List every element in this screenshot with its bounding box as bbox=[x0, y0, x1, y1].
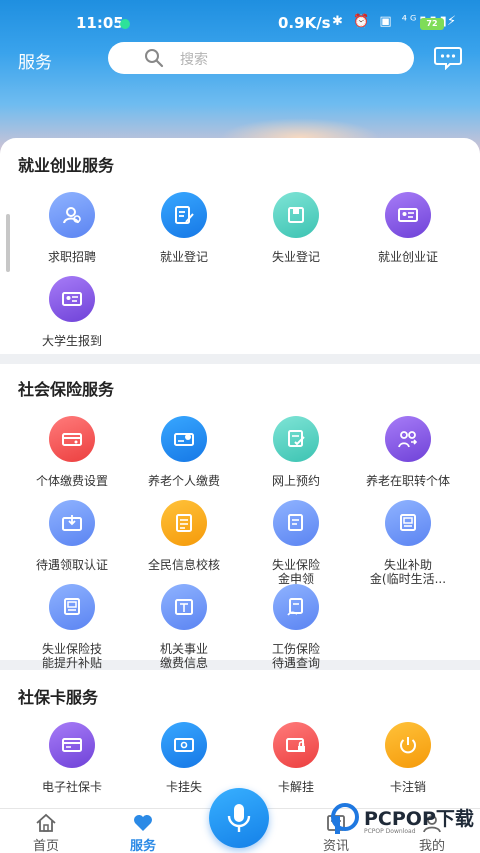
item-label: 机关事业 缴费信息 bbox=[159, 642, 208, 670]
hand-document-icon bbox=[273, 584, 319, 630]
power-icon bbox=[385, 722, 431, 768]
item-label: 卡注销 bbox=[389, 780, 426, 794]
item-label: 就业创业证 bbox=[377, 250, 438, 264]
heart-icon bbox=[134, 815, 152, 831]
item-label: 养老在职转个体 bbox=[365, 474, 450, 488]
appointment-icon bbox=[273, 416, 319, 462]
receive-card-icon bbox=[49, 500, 95, 546]
item-label: 养老个人缴费 bbox=[147, 474, 220, 488]
card-lock-icon bbox=[273, 722, 319, 768]
tab-home[interactable]: 首页 bbox=[16, 813, 76, 853]
form-icon bbox=[273, 500, 319, 546]
item-label: 失业保险 金申领 bbox=[271, 558, 320, 586]
watermark-logo: PCPOP下载 PCPOP Download bbox=[330, 800, 480, 838]
item-label: 个体缴费设置 bbox=[35, 474, 108, 488]
social-insurance-card: 社会保险服务 个体缴费设置 养老个人缴费 网上预约 养老在职转个体 待遇领取认证 bbox=[0, 364, 480, 670]
tab-label: 首页 bbox=[32, 839, 59, 853]
voice-button[interactable] bbox=[209, 788, 269, 848]
payment-card-icon bbox=[161, 416, 207, 462]
item-label: 就业登记 bbox=[159, 250, 208, 264]
charging-icon: ⚡ bbox=[447, 14, 457, 29]
item-label: 全民信息校核 bbox=[147, 558, 220, 572]
item-label: 求职招聘 bbox=[47, 250, 96, 264]
section-title: 社保卡服务 bbox=[18, 688, 99, 707]
subsidy-doc-icon bbox=[49, 584, 95, 630]
item-label: 待遇领取认证 bbox=[35, 558, 108, 572]
notification-dot-icon bbox=[120, 19, 130, 29]
tab-label: 服务 bbox=[129, 839, 156, 853]
item-label: 失业登记 bbox=[271, 250, 320, 264]
search-placeholder: 搜索 bbox=[180, 52, 208, 68]
edit-form-icon bbox=[161, 192, 207, 238]
search-icon bbox=[145, 49, 164, 68]
watermark-subtext: PCPOP Download bbox=[364, 828, 416, 835]
job-search-icon bbox=[49, 192, 95, 238]
message-icon[interactable] bbox=[434, 46, 462, 70]
id-card-icon bbox=[49, 276, 95, 322]
tab-service[interactable]: 服务 bbox=[113, 813, 173, 853]
watermark-text: PCPOP下载 bbox=[364, 808, 474, 830]
section-title: 就业创业服务 bbox=[18, 156, 115, 175]
scroll-indicator[interactable] bbox=[6, 214, 10, 272]
employment-services-card: 就业创业服务 求职招聘 就业登记 失业登记 就业创业证 大学生报到 bbox=[0, 138, 480, 354]
network-speed: 0.9K/s bbox=[278, 14, 331, 32]
search-input[interactable]: 搜索 bbox=[108, 42, 414, 74]
checklist-icon bbox=[161, 500, 207, 546]
item-label: 大学生报到 bbox=[41, 334, 102, 348]
microphone-icon bbox=[227, 804, 251, 832]
card-icon bbox=[161, 722, 207, 768]
id-card-icon bbox=[385, 192, 431, 238]
item-label: 电子社保卡 bbox=[41, 780, 102, 794]
home-icon bbox=[36, 813, 56, 832]
item-label: 网上预约 bbox=[271, 474, 320, 488]
item-label: 失业补助 金(临时生活... bbox=[369, 558, 447, 586]
status-time: 11:05 bbox=[76, 14, 124, 32]
page-title: 服务 bbox=[18, 53, 52, 73]
item-label: 工伤保险 待遇查询 bbox=[271, 642, 320, 670]
document-box-icon bbox=[273, 192, 319, 238]
watermark-p-logo bbox=[331, 803, 359, 834]
subsidy-doc-icon bbox=[385, 500, 431, 546]
battery-icon: 72 bbox=[420, 18, 444, 30]
status-bar: 11:05 0.9K/s ✱ ⏰ ▣ ⁴ᴳ▮▮▮ 72 ⚡ bbox=[0, 10, 480, 38]
card-icon bbox=[49, 722, 95, 768]
building-icon bbox=[161, 584, 207, 630]
section-title: 社会保险服务 bbox=[18, 380, 115, 399]
item-label: 失业保险技 能提升补贴 bbox=[41, 642, 102, 670]
payment-card-icon bbox=[49, 416, 95, 462]
transfer-people-icon bbox=[385, 416, 431, 462]
